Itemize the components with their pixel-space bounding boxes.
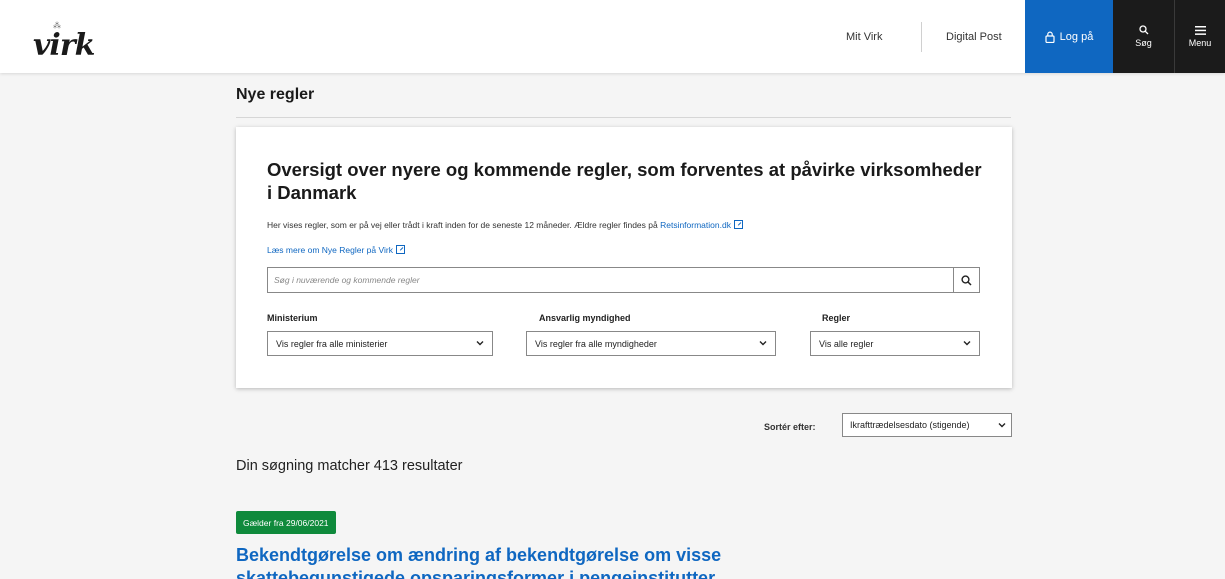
- regler-select[interactable]: Vis alle regler: [810, 331, 980, 356]
- chevron-down-icon: [476, 341, 484, 346]
- nav-mit-virk[interactable]: Mit Virk: [846, 0, 882, 73]
- filter-label-myndighed: Ansvarlig myndighed: [539, 313, 631, 323]
- card-intro-text: Her vises regler, som er på vej eller tr…: [267, 220, 661, 230]
- sort-select[interactable]: Ikrafttrædelsesdato (stigende): [842, 413, 1012, 437]
- search-label: Søg: [1135, 38, 1152, 48]
- result-count: Din søgning matcher 413 resultater: [236, 458, 463, 474]
- retsinformation-link[interactable]: Retsinformation.dk: [660, 220, 731, 230]
- rules-search-button[interactable]: [953, 268, 979, 292]
- regler-select-value: Vis alle regler: [819, 338, 874, 349]
- card-intro: Her vises regler, som er på vej eller tr…: [267, 219, 743, 230]
- result-title-link[interactable]: Bekendtgørelse om ændring af bekendtgøre…: [236, 544, 756, 579]
- filter-label-regler: Regler: [822, 313, 851, 323]
- external-link-icon: [395, 245, 405, 254]
- chevron-down-icon: [998, 423, 1006, 428]
- search-card: Oversigt over nyere og kommende regler, …: [236, 127, 1012, 388]
- external-link-icon: [733, 220, 743, 229]
- search-icon: [1138, 25, 1148, 35]
- read-more-link[interactable]: Læs mere om Nye Regler på Virk: [267, 245, 393, 255]
- status-badge: Gælder fra 29/06/2021: [236, 511, 336, 534]
- search-icon: [961, 274, 972, 286]
- ministerium-select-value: Vis regler fra alle ministerier: [276, 338, 388, 349]
- logo-text: virk: [33, 28, 95, 63]
- myndighed-select[interactable]: Vis regler fra alle myndigheder: [526, 331, 776, 356]
- login-button[interactable]: Log på: [1025, 0, 1113, 73]
- rules-search-input[interactable]: [268, 268, 953, 292]
- site-header: ⁂ virk Mit Virk Digital Post Log på Søg …: [0, 0, 1225, 73]
- login-label: Log på: [1059, 30, 1094, 43]
- lock-icon: [1045, 31, 1055, 43]
- ministerium-select[interactable]: Vis regler fra alle ministerier: [267, 331, 493, 356]
- sort-label: Sortér efter:: [764, 422, 816, 432]
- header-search-button[interactable]: Søg: [1113, 0, 1175, 73]
- card-title: Oversigt over nyere og kommende regler, …: [267, 159, 982, 203]
- nav-digital-post[interactable]: Digital Post: [946, 0, 1002, 73]
- hamburger-icon: [1194, 25, 1206, 35]
- heading-divider: [236, 117, 1011, 118]
- menu-label: Menu: [1188, 37, 1212, 48]
- page-title: Nye regler: [236, 86, 315, 103]
- myndighed-select-value: Vis regler fra alle myndigheder: [535, 338, 657, 349]
- chevron-down-icon: [963, 341, 971, 346]
- nav-divider: [921, 22, 922, 52]
- read-more: Læs mere om Nye Regler på Virk: [267, 244, 405, 255]
- sort-select-value: Ikrafttrædelsesdato (stigende): [850, 420, 970, 430]
- chevron-down-icon: [759, 341, 767, 346]
- virk-logo[interactable]: ⁂ virk: [33, 22, 95, 64]
- rules-search-box: [267, 267, 980, 293]
- filter-label-ministerium: Ministerium: [267, 313, 318, 323]
- menu-button[interactable]: Menu: [1175, 0, 1225, 73]
